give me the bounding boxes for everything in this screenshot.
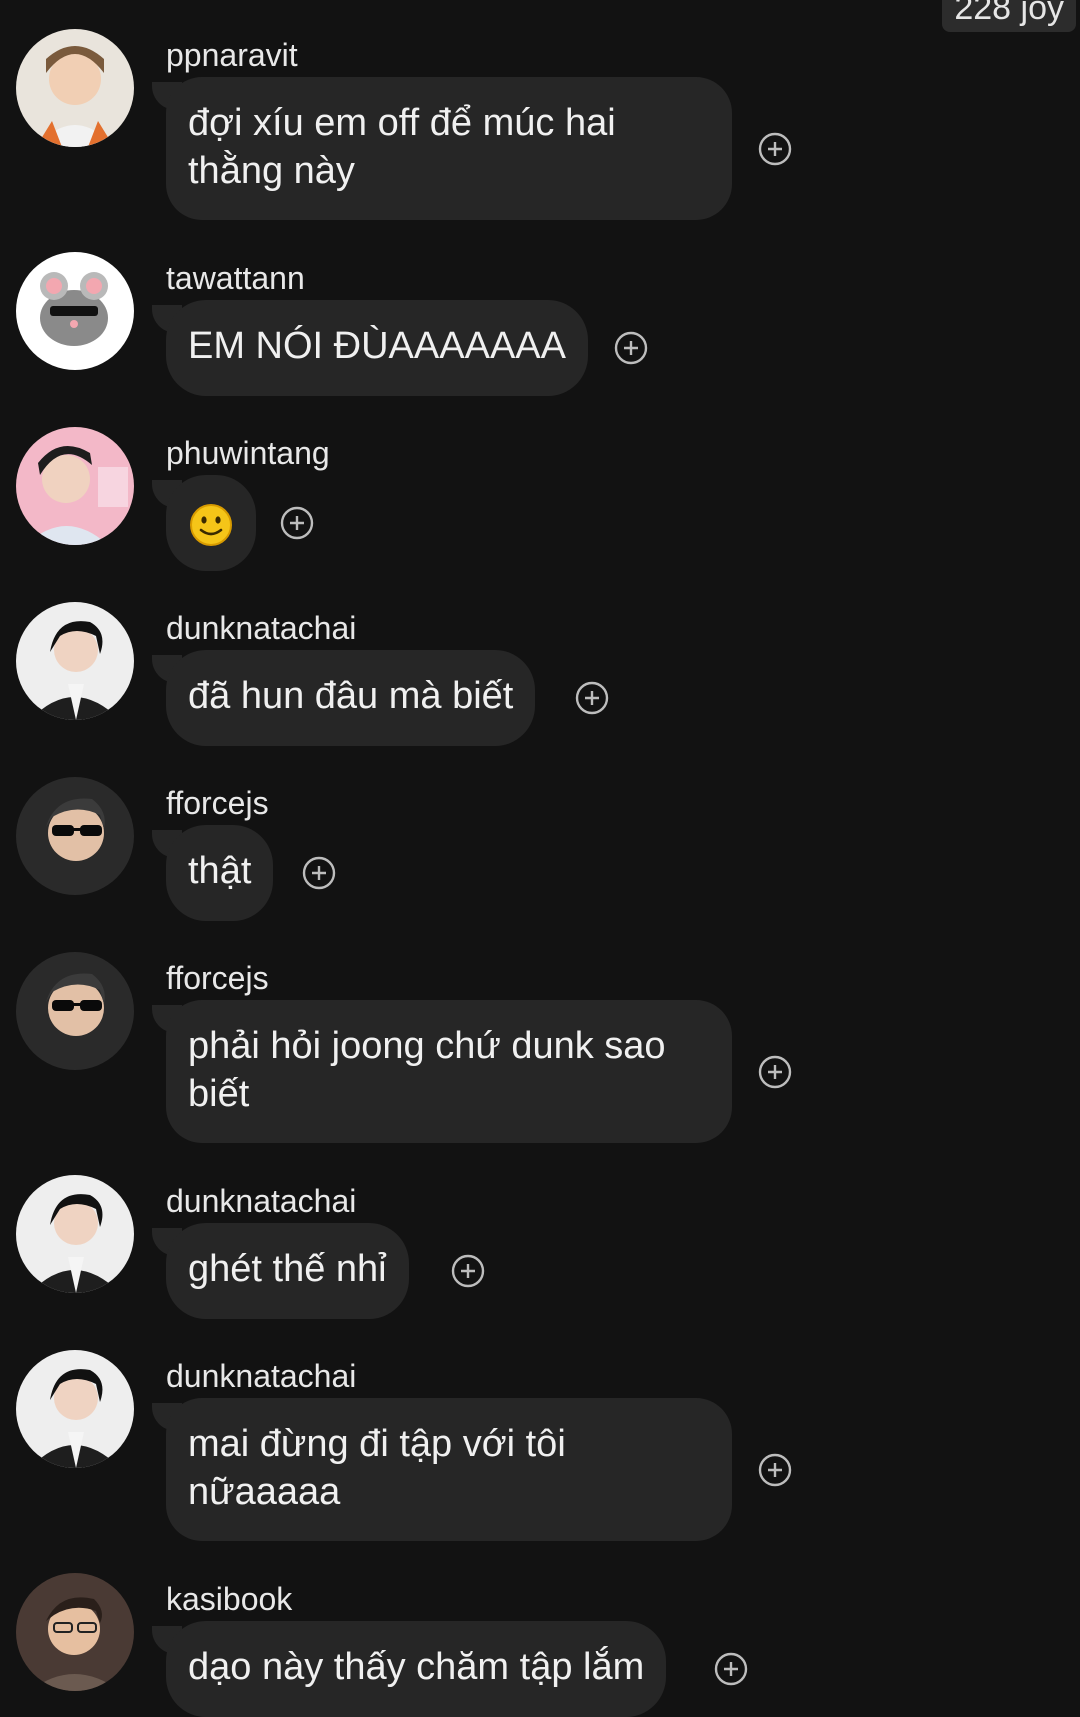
message-bubble[interactable]: thật xyxy=(166,825,274,921)
avatar[interactable] xyxy=(16,252,134,370)
message-bubble[interactable]: phải hỏi joong chứ dunk sao biết xyxy=(166,1000,732,1143)
add-reaction-icon[interactable] xyxy=(280,506,314,540)
message-username[interactable]: fforcejs xyxy=(166,960,269,996)
message-bubble[interactable]: đã hun đâu mà biết xyxy=(166,650,536,746)
message-username[interactable]: phuwintang xyxy=(166,435,330,471)
avatar[interactable] xyxy=(16,952,134,1070)
message-bubble[interactable]: đợi xíu em off để múc hai thằng này xyxy=(166,77,732,220)
joy-count-badge: 228 joy xyxy=(942,0,1076,32)
message-text: phải hỏi joong chứ dunk sao biết xyxy=(188,1025,666,1115)
message-text: đã hun đâu mà biết xyxy=(188,675,514,717)
slightly-smiling-face-icon xyxy=(189,503,233,547)
add-reaction-icon[interactable] xyxy=(451,1254,485,1288)
message-username[interactable]: ppnaravit xyxy=(166,37,298,73)
message-username[interactable]: fforcejs xyxy=(166,785,269,821)
message-username[interactable]: dunknatachai xyxy=(166,1358,356,1394)
add-reaction-icon[interactable] xyxy=(758,1453,792,1487)
avatar[interactable] xyxy=(16,29,134,147)
message-username[interactable]: kasibook xyxy=(166,1581,292,1617)
message-text: ghét thế nhỉ xyxy=(188,1248,387,1290)
message-username[interactable]: tawattann xyxy=(166,260,305,296)
add-reaction-icon[interactable] xyxy=(758,132,792,166)
avatar[interactable] xyxy=(16,777,134,895)
avatar[interactable] xyxy=(16,1573,134,1691)
add-reaction-icon[interactable] xyxy=(575,681,609,715)
message-username[interactable]: dunknatachai xyxy=(166,1183,356,1219)
avatar[interactable] xyxy=(16,427,134,545)
message-text: thật xyxy=(188,850,252,892)
message-bubble[interactable]: dạo này thấy chăm tập lắm xyxy=(166,1621,667,1717)
message-text: đợi xíu em off để múc hai thằng này xyxy=(188,102,616,192)
message-bubble[interactable]: mai đừng đi tập với tôi nữaaaaa xyxy=(166,1398,732,1541)
add-reaction-icon[interactable] xyxy=(758,1055,792,1089)
message-text: EM NÓI ĐÙAAAAAAA xyxy=(188,325,566,367)
message-username[interactable]: dunknatachai xyxy=(166,610,356,646)
message-bubble[interactable]: EM NÓI ĐÙAAAAAAA xyxy=(166,300,588,396)
message-text: dạo này thấy chăm tập lắm xyxy=(188,1646,645,1688)
add-reaction-icon[interactable] xyxy=(714,1652,748,1686)
message-bubble[interactable]: ghét thế nhỉ xyxy=(166,1223,409,1319)
add-reaction-icon[interactable] xyxy=(302,856,336,890)
add-reaction-icon[interactable] xyxy=(614,331,648,365)
message-text: mai đừng đi tập với tôi nữaaaaa xyxy=(188,1423,566,1513)
avatar[interactable] xyxy=(16,1175,134,1293)
avatar[interactable] xyxy=(16,1350,134,1468)
message-bubble[interactable] xyxy=(166,475,256,571)
avatar[interactable] xyxy=(16,602,134,720)
